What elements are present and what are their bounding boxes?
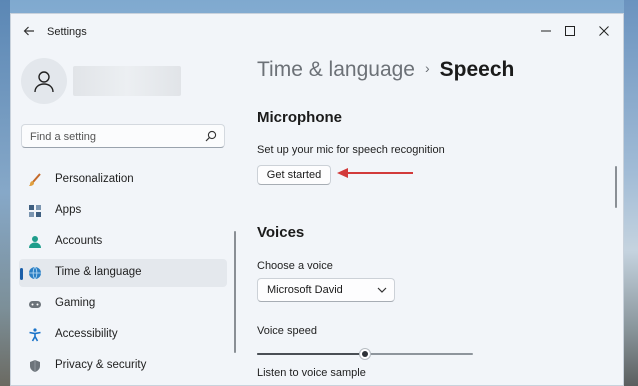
- sidebar-item-time-language[interactable]: Time & language: [19, 259, 227, 287]
- sidebar-item-label: Accessibility: [55, 328, 118, 340]
- voice-speed-label: Voice speed: [257, 325, 317, 337]
- minimize-button[interactable]: [534, 20, 558, 42]
- voice-sample-label: Listen to voice sample: [257, 367, 366, 379]
- annotation-arrow-icon: [337, 168, 413, 178]
- sidebar-item-accessibility[interactable]: Accessibility: [19, 321, 227, 349]
- sidebar-item-label: Gaming: [55, 297, 96, 309]
- voice-speed-slider[interactable]: [257, 348, 473, 360]
- breadcrumb-parent[interactable]: Time & language: [257, 58, 415, 81]
- close-button[interactable]: [592, 20, 616, 42]
- desktop-wallpaper-right: [624, 0, 638, 386]
- slider-fill: [257, 353, 365, 355]
- sidebar-item-label: Time & language: [55, 266, 142, 278]
- shield-icon: [28, 359, 42, 373]
- user-icon: [34, 71, 54, 93]
- search-field[interactable]: [21, 124, 225, 148]
- sidebar-item-privacy-security[interactable]: Privacy & security: [19, 352, 227, 380]
- maximize-button[interactable]: [558, 20, 582, 42]
- settings-window: Settings Personalization: [10, 13, 624, 386]
- sidebar-item-label: Apps: [55, 204, 82, 216]
- accessibility-icon: [28, 328, 42, 342]
- window-title: Settings: [47, 26, 87, 38]
- sidebar-item-label: Privacy & security: [55, 359, 147, 371]
- sidebar-scrollbar[interactable]: [234, 231, 236, 353]
- avatar[interactable]: [21, 58, 67, 104]
- sidebar-item-label: Accounts: [55, 235, 103, 247]
- sidebar-item-gaming[interactable]: Gaming: [19, 290, 227, 318]
- sidebar-nav: Personalization Apps Accounts Time & lan…: [19, 166, 227, 383]
- microphone-section-title: Microphone: [257, 109, 342, 126]
- voice-dropdown[interactable]: Microsoft David: [257, 278, 395, 302]
- user-name-redacted: [73, 66, 181, 96]
- globe-clock-icon: [28, 266, 42, 280]
- page-title: Speech: [439, 58, 515, 81]
- get-started-button[interactable]: Get started: [257, 165, 331, 185]
- chevron-down-icon: [377, 287, 387, 293]
- choose-voice-label: Choose a voice: [257, 260, 333, 272]
- sidebar-item-accounts[interactable]: Accounts: [19, 228, 227, 256]
- search-input[interactable]: [28, 128, 202, 146]
- selection-indicator: [20, 268, 23, 280]
- brush-icon: [28, 173, 42, 187]
- sidebar-item-apps[interactable]: Apps: [19, 197, 227, 225]
- voices-section-title: Voices: [257, 224, 305, 241]
- title-bar: Settings: [11, 14, 623, 50]
- sidebar-item-label: Personalization: [55, 173, 134, 185]
- voice-dropdown-value: Microsoft David: [267, 284, 343, 296]
- slider-thumb[interactable]: [359, 348, 371, 360]
- breadcrumb: Time & language › Speech: [257, 58, 514, 88]
- search-icon[interactable]: [205, 130, 217, 142]
- person-icon: [28, 235, 42, 249]
- sidebar-item-personalization[interactable]: Personalization: [19, 166, 227, 194]
- back-arrow-icon[interactable]: [21, 24, 37, 40]
- apps-icon: [28, 204, 42, 218]
- main-scrollbar[interactable]: [615, 166, 617, 208]
- microphone-description: Set up your mic for speech recognition: [257, 144, 445, 156]
- chevron-right-icon: ›: [424, 60, 430, 76]
- gamepad-icon: [28, 297, 42, 311]
- desktop-wallpaper-left: [0, 0, 10, 386]
